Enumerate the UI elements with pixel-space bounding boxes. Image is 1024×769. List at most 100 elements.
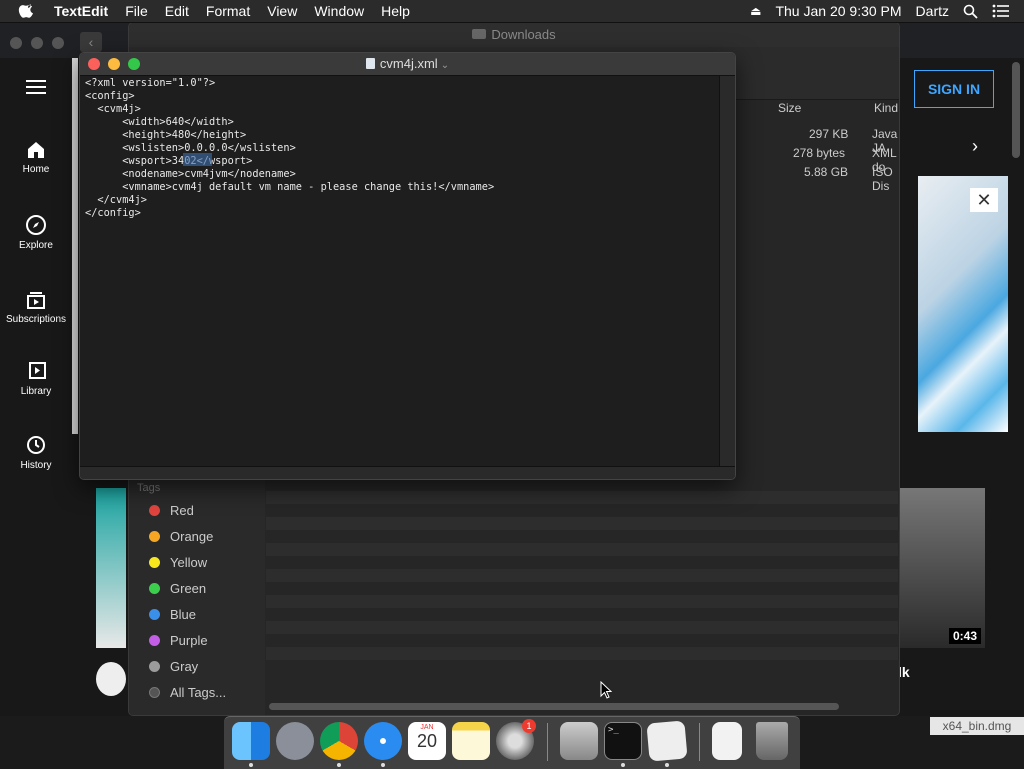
video-thumbnail-left[interactable] — [96, 488, 126, 648]
tag-dot — [149, 635, 160, 646]
menu-bar: TextEdit File Edit Format View Window He… — [0, 0, 1024, 23]
tag-dot — [149, 661, 160, 672]
nav-library[interactable]: Library — [0, 360, 72, 397]
menu-help[interactable]: Help — [381, 3, 410, 19]
tag-label: Purple — [170, 633, 208, 648]
menu-icon[interactable] — [26, 80, 46, 94]
tag-yellow[interactable]: Yellow — [149, 555, 207, 570]
running-indicator — [337, 763, 341, 767]
close-icon[interactable]: ✕ — [970, 188, 998, 212]
menu-format[interactable]: Format — [206, 3, 250, 19]
search-icon[interactable] — [963, 4, 978, 19]
line-8: <nodename>cvm4jvm</nodename> — [85, 168, 296, 180]
browser-close-light[interactable] — [10, 37, 22, 49]
notes-icon[interactable] — [452, 722, 490, 760]
tag-orange[interactable]: Orange — [149, 529, 213, 544]
tag-label: Gray — [170, 659, 199, 674]
menu-file[interactable]: File — [125, 3, 148, 19]
list-stripe — [266, 491, 898, 504]
tag-dot — [149, 609, 160, 620]
tag-dot — [149, 505, 160, 516]
chrome-icon[interactable] — [320, 722, 358, 760]
launchpad-icon[interactable] — [276, 722, 314, 760]
chevron-right-icon[interactable]: › — [972, 136, 978, 157]
tag-label: Red — [170, 503, 194, 518]
menu-window[interactable]: Window — [314, 3, 364, 19]
finder-icon[interactable] — [232, 722, 270, 760]
chevron-down-icon[interactable]: ⌄ — [441, 60, 449, 71]
list-stripe — [266, 647, 898, 660]
library-icon — [29, 362, 46, 379]
finder-titlebar: Downloads — [129, 23, 899, 47]
apple-icon[interactable] — [18, 2, 36, 20]
ad-banner[interactable]: ✕ — [918, 176, 1008, 432]
tag-red[interactable]: Red — [149, 503, 194, 518]
nav-explore[interactable]: Explore — [0, 214, 72, 251]
list-stripe — [266, 595, 898, 608]
tags-header: Tags — [137, 482, 161, 494]
page-scrollbar[interactable] — [1012, 62, 1020, 158]
line-9: <vmname>cvm4j default vm name - please c… — [85, 181, 495, 193]
tag-dot — [149, 557, 160, 568]
safari-icon[interactable] — [364, 722, 402, 760]
zoom-button[interactable] — [128, 58, 140, 70]
history-icon — [27, 436, 45, 454]
sign-in-label: SIGN IN — [927, 81, 981, 97]
disk-utility-icon[interactable] — [560, 722, 598, 760]
tag-label: Blue — [170, 607, 197, 622]
back-icon[interactable]: ‹ — [80, 32, 102, 52]
tag-all[interactable]: All Tags... — [149, 685, 226, 700]
menu-edit[interactable]: Edit — [165, 3, 189, 19]
line-10: </cvm4j> — [85, 194, 147, 206]
menu-clock[interactable]: Thu Jan 20 9:30 PM — [775, 3, 901, 19]
calendar-icon[interactable]: JAN 20 — [408, 722, 446, 760]
browser-zoom-light[interactable] — [52, 37, 64, 49]
close-button[interactable] — [88, 58, 100, 70]
dock-divider — [547, 723, 548, 761]
filename-tooltip: x64_bin.dmg — [930, 717, 1024, 735]
dock-divider — [699, 723, 700, 761]
nav-history[interactable]: History — [0, 434, 72, 471]
finder-scrollbar[interactable] — [269, 703, 839, 710]
document-icon — [365, 58, 375, 69]
line-4: <width>640</width> — [85, 116, 234, 128]
terminal-icon[interactable]: >_ — [604, 722, 642, 760]
tag-purple[interactable]: Purple — [149, 633, 208, 648]
tag-label: Green — [170, 581, 207, 596]
textedit-icon[interactable] — [646, 720, 688, 762]
eject-icon[interactable]: ⏏ — [750, 4, 761, 18]
channel-avatar[interactable] — [96, 662, 126, 696]
textedit-window: cvm4j.xml ⌄ <?xml version="1.0"?> <config… — [79, 52, 736, 480]
video-thumbnail-right[interactable]: 0:43 — [898, 488, 985, 648]
horizontal-scrollbar[interactable] — [80, 466, 735, 479]
tag-label: All Tags... — [170, 685, 227, 700]
nav-home-label: Home — [22, 164, 50, 175]
column-header-kind[interactable]: Kind — [874, 101, 898, 115]
trash-icon[interactable] — [756, 722, 788, 760]
xml-file-icon[interactable] — [712, 722, 742, 760]
tag-gray[interactable]: Gray — [149, 659, 198, 674]
text-selection — [183, 153, 212, 166]
compass-icon — [26, 215, 46, 235]
nav-subscriptions[interactable]: Subscriptions — [0, 288, 72, 325]
document-title[interactable]: cvm4j.xml — [380, 56, 438, 71]
tag-dot — [149, 583, 160, 594]
menu-app-name[interactable]: TextEdit — [54, 3, 108, 19]
browser-minimize-light[interactable] — [31, 37, 43, 49]
nav-history-label: History — [20, 460, 52, 471]
menu-view[interactable]: View — [267, 3, 297, 19]
video-duration: 0:43 — [948, 628, 981, 644]
list-icon[interactable] — [992, 4, 1010, 18]
finder-sidebar: Tags Red Orange Yellow Green Blue Purple… — [129, 479, 265, 715]
column-header-size[interactable]: Size — [778, 101, 801, 115]
minimize-button[interactable] — [108, 58, 120, 70]
tag-green[interactable]: Green — [149, 581, 206, 596]
menu-user[interactable]: Dartz — [916, 3, 949, 19]
file-kind: ISO Dis — [872, 165, 893, 193]
nav-home[interactable]: Home — [0, 140, 72, 175]
sign-in-button[interactable]: SIGN IN — [914, 70, 994, 108]
vertical-scrollbar[interactable] — [719, 76, 735, 466]
tag-blue[interactable]: Blue — [149, 607, 196, 622]
cursor-icon — [600, 681, 612, 699]
document-text[interactable]: <?xml version="1.0"?> <config> <cvm4j> <… — [80, 76, 735, 221]
